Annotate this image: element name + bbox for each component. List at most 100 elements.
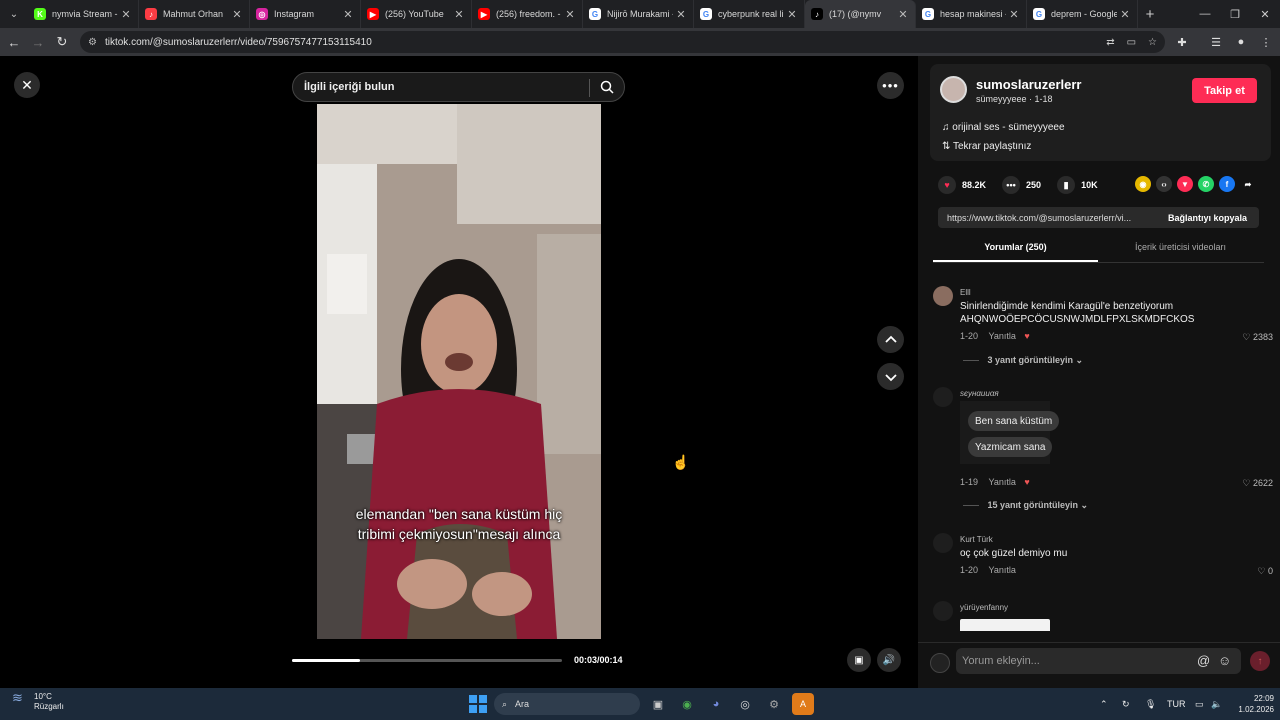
browser-tab[interactable]: G Nijirō Murakami - ✕ xyxy=(583,0,694,28)
post-comment-button[interactable]: ↑ xyxy=(1250,651,1270,671)
emoji-icon[interactable]: ☺ xyxy=(1218,653,1231,668)
reply-button[interactable]: Yanıtla xyxy=(989,565,1016,575)
steam-icon[interactable]: ◎ xyxy=(734,693,756,715)
tab-close-icon[interactable]: ✕ xyxy=(1117,8,1133,21)
app-taskbar-icon[interactable]: A xyxy=(792,693,814,715)
tab-creator-videos[interactable]: İçerik üreticisi videoları xyxy=(1098,239,1263,262)
maximize-button[interactable]: ❐ xyxy=(1220,0,1250,28)
tab-search-button[interactable]: ⌄ xyxy=(0,0,28,28)
comment-username[interactable]: Kurt Türk xyxy=(960,535,993,544)
tab-close-icon[interactable]: ✕ xyxy=(673,8,689,21)
tab-comments[interactable]: Yorumlar (250) xyxy=(933,239,1098,262)
task-view-icon[interactable]: ▣ xyxy=(647,693,669,715)
volume-icon[interactable]: 🔈 xyxy=(1211,688,1222,720)
search-icon[interactable] xyxy=(600,80,614,94)
view-replies-button[interactable]: 15 yanıt görüntüleyin ⌄ xyxy=(963,500,1089,511)
browser-tab[interactable]: Gcyberpunk real li ✕ xyxy=(694,0,805,28)
browser-tab[interactable]: Knymvia Stream - ✕ xyxy=(28,0,139,28)
weather-widget[interactable]: ≋ 10°C Rüzgarlı xyxy=(12,691,64,712)
follow-button[interactable]: Takip et xyxy=(1192,78,1257,103)
sound-link[interactable]: ♫ orijinal ses - sümeyyyeee xyxy=(942,122,1065,133)
view-replies-button[interactable]: 3 yanıt görüntüleyin ⌄ xyxy=(963,355,1084,366)
browser-tab[interactable]: Gdeprem - Google ✕ xyxy=(1027,0,1138,28)
browser-tab[interactable]: ▶ (256) freedom. - ✕ xyxy=(472,0,583,28)
comment-like-button[interactable]: ♡ 0 xyxy=(1257,566,1273,577)
tab-list-icon[interactable]: ☰ xyxy=(1204,28,1228,56)
browser-tab[interactable]: Ghesap makinesi - ✕ xyxy=(916,0,1027,28)
tab-close-icon[interactable]: ✕ xyxy=(229,8,245,21)
forward-icon[interactable]: → xyxy=(26,30,50,54)
taskbar-search[interactable]: ⌕ Ara xyxy=(494,693,640,715)
comment-avatar[interactable] xyxy=(933,286,953,306)
comment-avatar[interactable] xyxy=(933,387,953,407)
comment-like-button[interactable]: ♡ 2622 xyxy=(1242,478,1273,489)
window-close-button[interactable]: ✕ xyxy=(1250,0,1280,28)
profile-avatar[interactable]: ● xyxy=(1229,28,1253,56)
comment-username[interactable]: Elll xyxy=(960,288,971,297)
previous-video-button[interactable] xyxy=(877,326,904,353)
comment-image[interactable]: Ben sana küstüm Yazmicam sana xyxy=(960,401,1060,464)
extensions-icon[interactable]: ✚ xyxy=(1170,28,1194,56)
author-username[interactable]: sumoslaruzerlerr xyxy=(976,77,1082,92)
video-link-text[interactable]: https://www.tiktok.com/@sumoslaruzerlerr… xyxy=(947,213,1152,223)
floating-player-button[interactable]: ▣ xyxy=(847,648,871,672)
system-clock[interactable]: 22:09 1.02.2026 xyxy=(1232,693,1274,715)
tab-close-icon[interactable]: ✕ xyxy=(562,8,578,21)
chrome-taskbar-icon[interactable]: ◉ xyxy=(676,693,698,715)
tab-close-icon[interactable]: ✕ xyxy=(451,8,467,21)
video-player[interactable]: elemandan "ben sana küstüm hiç tribimi ç… xyxy=(317,104,601,639)
comment-image[interactable] xyxy=(960,619,1050,631)
tab-close-icon[interactable]: ✕ xyxy=(895,8,911,21)
tab-close-icon[interactable]: ✕ xyxy=(1006,8,1022,21)
next-video-button[interactable] xyxy=(877,363,904,390)
tab-close-icon[interactable]: ✕ xyxy=(784,8,800,21)
start-button[interactable] xyxy=(469,695,487,713)
comment-like-button[interactable]: ♡ 2383 xyxy=(1242,332,1273,343)
minimize-button[interactable]: — xyxy=(1190,0,1220,28)
settings-icon[interactable]: ⚙ xyxy=(763,693,785,715)
chrome-menu-icon[interactable]: ⋮ xyxy=(1254,28,1278,56)
show-hidden-icons[interactable]: ⌃ xyxy=(1100,688,1108,720)
coin-icon[interactable]: ◉ xyxy=(1135,176,1151,192)
share-arrow-icon[interactable]: ➦ xyxy=(1240,176,1256,192)
whatsapp-icon[interactable]: ✆ xyxy=(1198,176,1214,192)
sync-icon[interactable]: ↻ xyxy=(1122,688,1130,720)
close-video-button[interactable]: ✕ xyxy=(14,72,40,98)
browser-tab[interactable]: ♪ (17) (@nymv ✕ xyxy=(805,0,916,28)
facebook-icon[interactable]: f xyxy=(1219,176,1235,192)
comment-avatar[interactable] xyxy=(933,533,953,553)
tab-close-icon[interactable]: ✕ xyxy=(340,8,356,21)
send-icon[interactable]: ▼ xyxy=(1177,176,1193,192)
back-icon[interactable]: ← xyxy=(2,30,26,54)
browser-tab[interactable]: ▶ (256) YouTube ✕ xyxy=(361,0,472,28)
translate-icon[interactable]: ⇄ xyxy=(1106,37,1114,48)
video-progress-bar[interactable] xyxy=(292,659,562,662)
bookmark-star-icon[interactable]: ☆ xyxy=(1148,37,1157,48)
microphone-icon[interactable]: 🎙 xyxy=(1145,688,1156,720)
comment-username[interactable]: yürüyenfanny xyxy=(960,603,1008,612)
comment-username[interactable]: ѕєунαииαя xyxy=(960,389,999,398)
network-icon[interactable]: ▭ xyxy=(1195,688,1204,720)
new-tab-button[interactable]: + xyxy=(1138,6,1162,23)
mention-icon[interactable]: @ xyxy=(1197,653,1210,668)
address-bar[interactable]: ⚙ tiktok.com/@sumoslaruzerlerr/video/759… xyxy=(80,31,1165,53)
language-indicator[interactable]: TUR xyxy=(1167,688,1186,720)
author-avatar[interactable] xyxy=(940,76,967,103)
related-search-input[interactable]: İlgili içeriği bulun xyxy=(292,72,625,102)
comment-avatar[interactable] xyxy=(933,601,953,621)
save-button[interactable]: ▮ 10K xyxy=(1057,176,1098,194)
reply-button[interactable]: Yanıtla xyxy=(989,331,1016,341)
reload-icon[interactable]: ↻ xyxy=(50,30,74,54)
browser-tab[interactable]: ◎ Instagram ✕ xyxy=(250,0,361,28)
copy-link-button[interactable]: Bağlantıyı kopyala xyxy=(1168,213,1247,223)
embed-icon[interactable]: ‹› xyxy=(1156,176,1172,192)
browser-tab[interactable]: ♪ Mahmut Orhan ✕ xyxy=(139,0,250,28)
site-info-icon[interactable]: ⚙ xyxy=(88,37,97,48)
discord-icon[interactable]: ◕ xyxy=(705,693,727,715)
reply-button[interactable]: Yanıtla xyxy=(989,477,1016,487)
tab-close-icon[interactable]: ✕ xyxy=(118,8,134,21)
more-options-button[interactable]: ••• xyxy=(877,72,904,99)
like-button[interactable]: ♥ 88.2K xyxy=(938,176,986,194)
volume-button[interactable]: 🔊 xyxy=(877,648,901,672)
cast-icon[interactable]: ▭ xyxy=(1127,37,1136,48)
